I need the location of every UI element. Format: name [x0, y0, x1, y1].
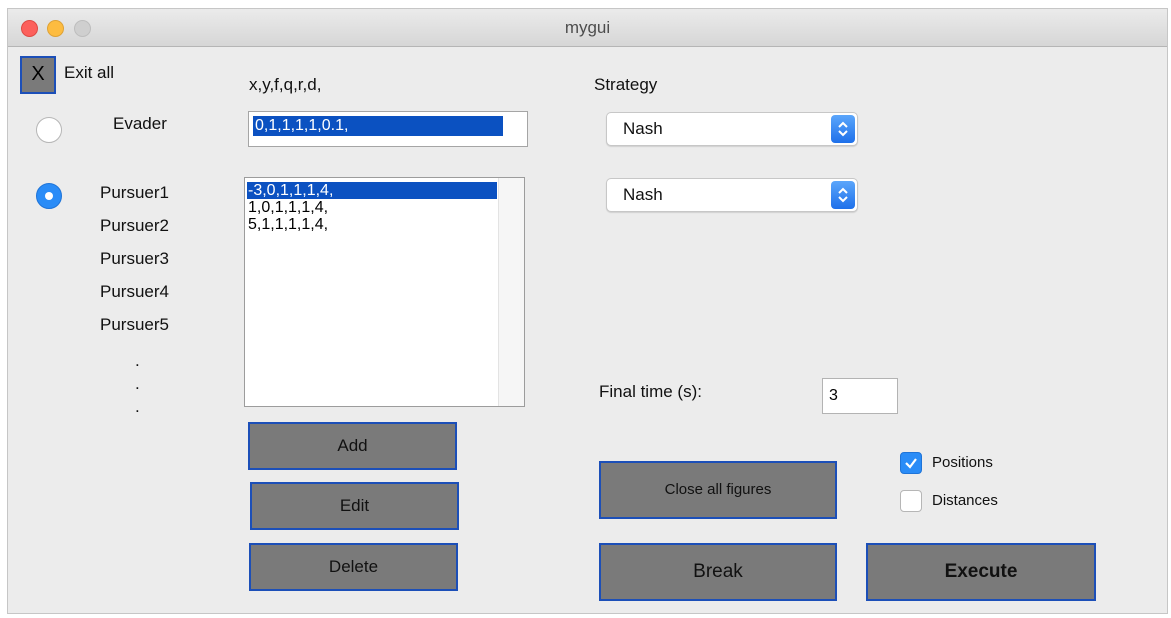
delete-button[interactable]: Delete	[249, 543, 458, 591]
pursuer-label-5: Pursuer5	[100, 315, 169, 334]
chevron-up-down-icon	[831, 181, 855, 209]
distances-checkbox[interactable]	[900, 490, 922, 512]
evader-label: Evader	[113, 114, 167, 133]
pursuer-label-1: Pursuer1	[100, 183, 169, 202]
window-title: mygui	[564, 18, 611, 37]
add-button[interactable]: Add	[248, 422, 457, 470]
checkmark-icon	[905, 458, 917, 469]
pursuers-listbox[interactable]: -3,0,1,1,1,4, 1,0,1,1,1,4, 5,1,1,1,1,4,	[244, 177, 525, 407]
final-time-label: Final time (s):	[599, 382, 702, 401]
evader-params-value: 0,1,1,1,1,0.1,	[253, 116, 503, 136]
evader-strategy-select[interactable]: Nash	[606, 112, 858, 146]
list-item[interactable]: 1,0,1,1,1,4,	[247, 199, 497, 216]
exit-all-label: Exit all	[64, 63, 115, 82]
strategy-header: Strategy	[594, 75, 658, 94]
pursuer-label-4: Pursuer4	[100, 282, 169, 301]
list-item[interactable]: -3,0,1,1,1,4,	[247, 182, 497, 199]
title-bar: mygui	[8, 9, 1167, 47]
app-window: mygui X Exit all x,y,f,q,r,d, Strategy E…	[7, 8, 1168, 614]
exit-all-button[interactable]: X	[20, 56, 56, 94]
break-button[interactable]: Break	[599, 543, 837, 601]
params-header: x,y,f,q,r,d,	[249, 75, 322, 94]
chevron-up-down-icon	[831, 115, 855, 143]
list-item[interactable]: 5,1,1,1,1,4,	[247, 216, 497, 233]
execute-button[interactable]: Execute	[866, 543, 1096, 601]
evader-radio[interactable]	[36, 117, 62, 143]
pursuer-label-2: Pursuer2	[100, 216, 169, 235]
ellipsis-dot-1: .	[135, 351, 140, 370]
positions-checkbox[interactable]	[900, 452, 922, 474]
edit-button[interactable]: Edit	[250, 482, 459, 530]
final-time-input[interactable]: 3	[822, 378, 898, 414]
pursuer-strategy-value: Nash	[623, 185, 663, 204]
close-x-icon: X	[31, 63, 45, 85]
close-all-figures-button[interactable]: Close all figures	[599, 461, 837, 519]
positions-label: Positions	[932, 454, 993, 471]
listbox-scrollbar[interactable]	[498, 178, 524, 406]
ellipsis-dot-2: .	[135, 374, 140, 393]
evader-params-field[interactable]: 0,1,1,1,1,0.1,	[248, 111, 528, 147]
evader-strategy-value: Nash	[623, 119, 663, 138]
distances-label: Distances	[932, 492, 998, 509]
pursuers-radio[interactable]	[36, 183, 62, 209]
pursuer-strategy-select[interactable]: Nash	[606, 178, 858, 212]
pursuer-label-3: Pursuer3	[100, 249, 169, 268]
ellipsis-dot-3: .	[135, 397, 140, 416]
